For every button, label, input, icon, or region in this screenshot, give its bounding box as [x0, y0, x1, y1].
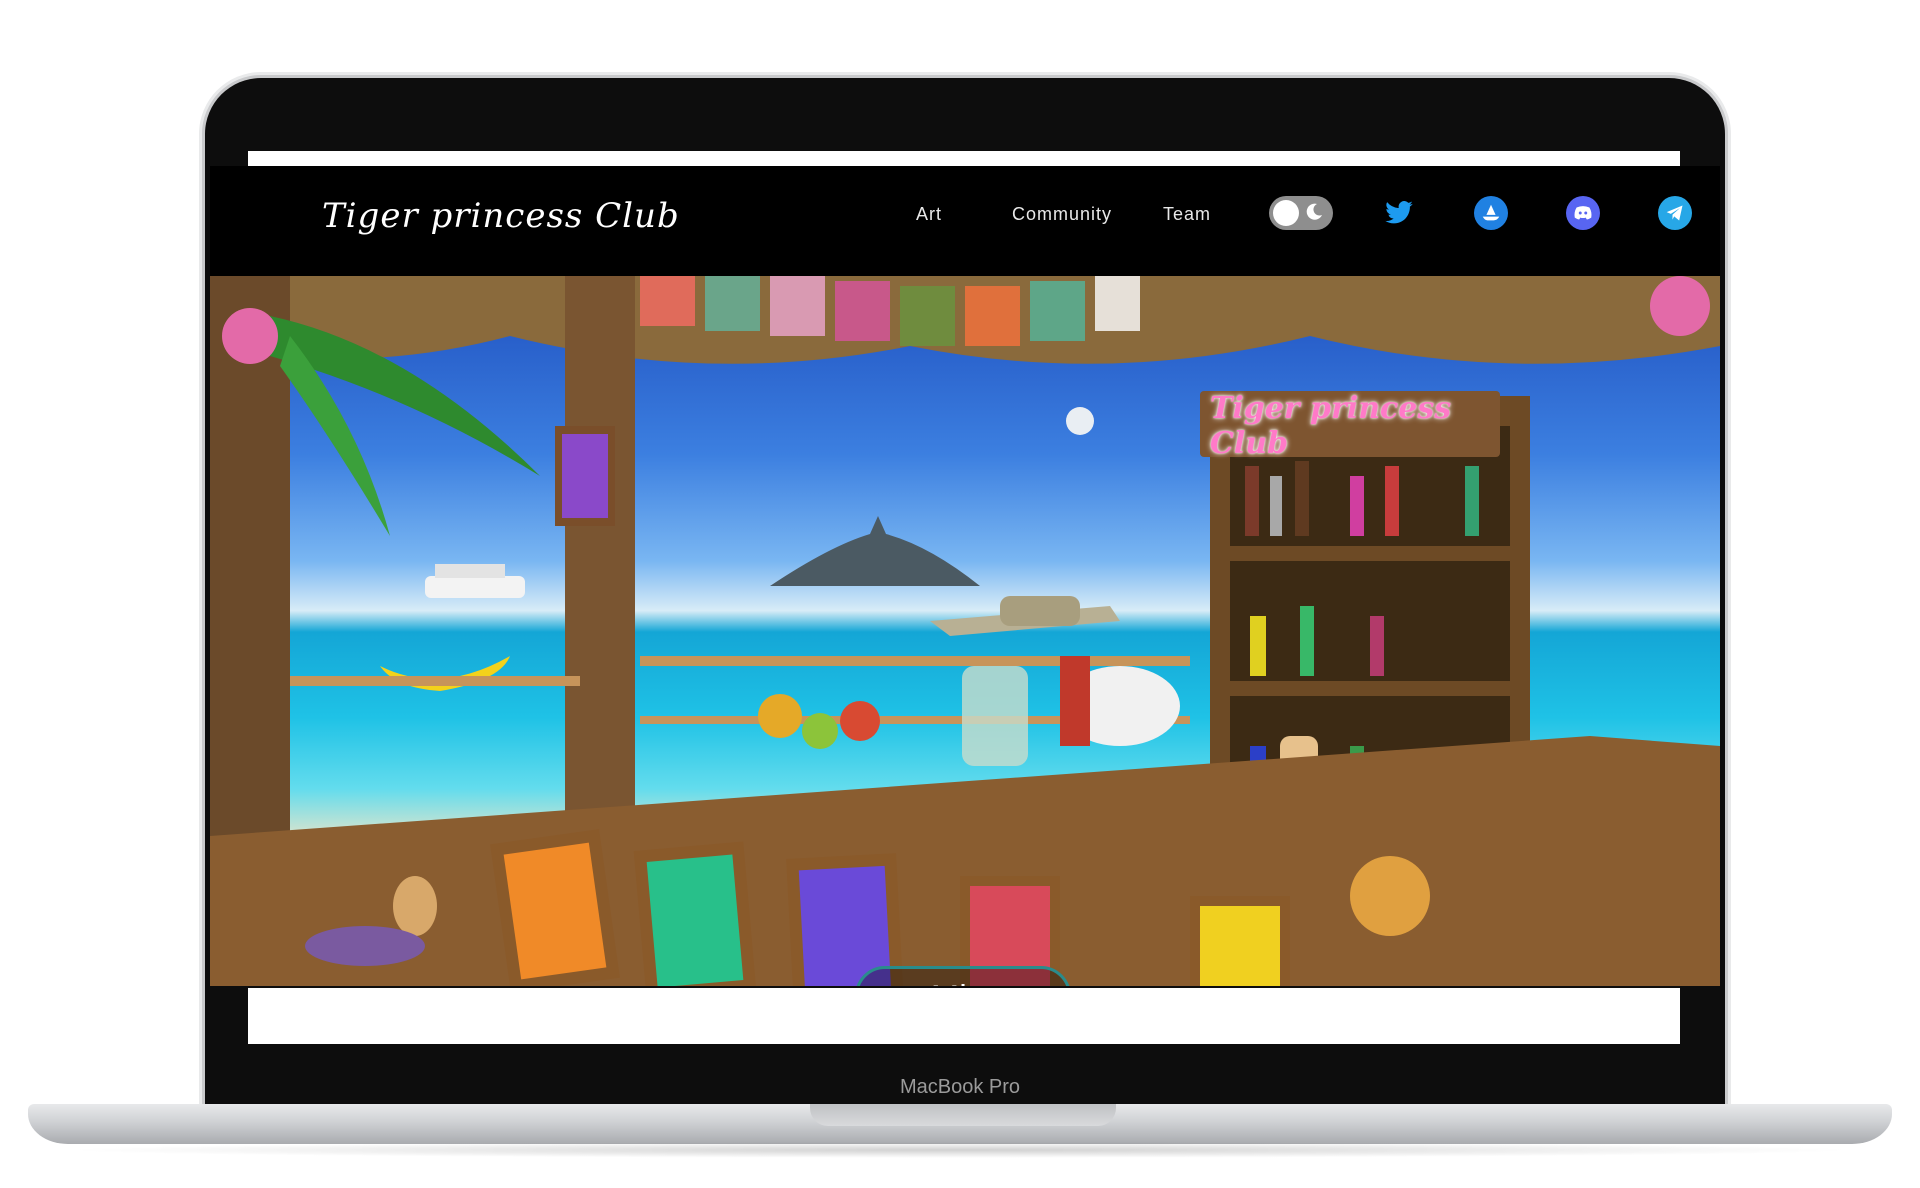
telegram-icon [1666, 205, 1683, 221]
glass-jar [962, 666, 1028, 766]
volcano-island [770, 516, 980, 586]
opensea-icon [1482, 204, 1500, 221]
nav-link-community[interactable]: Community [1012, 204, 1112, 225]
laptop-notch [810, 1104, 1116, 1126]
mint-button[interactable]: Mint [855, 966, 1071, 986]
nav-link-team[interactable]: Team [1163, 204, 1211, 225]
device-model-label: MacBook Pro [899, 1076, 1021, 1098]
hero-sign-text: Tiger princess Club [1210, 391, 1452, 461]
twitter-icon [1385, 201, 1413, 224]
laptop-screen: Tiger princess Club Art Community Team T… [210, 166, 1720, 986]
twitter-link[interactable] [1382, 196, 1416, 230]
opensea-link[interactable] [1474, 196, 1508, 230]
browser-top-strip [248, 151, 1680, 166]
theme-toggle[interactable] [1269, 196, 1333, 230]
site-navbar: Tiger princess Club Art Community Team [210, 166, 1720, 276]
toggle-knob [1273, 200, 1299, 226]
moon-shape [1066, 407, 1094, 435]
bamboo-railing [290, 656, 1190, 724]
browser-bottom-strip [248, 988, 1680, 1044]
hero-illustration: 420 [210, 276, 1720, 986]
ukulele [393, 876, 437, 936]
hibiscus-flower [222, 308, 278, 364]
stool [305, 926, 425, 966]
discord-link[interactable] [1566, 196, 1600, 230]
discord-icon [1574, 206, 1592, 220]
cruise-ship [425, 576, 525, 598]
pizza [1350, 856, 1430, 936]
moon-icon [1306, 203, 1322, 220]
fruit-bowl [758, 694, 802, 738]
hula-doll [1060, 656, 1090, 746]
telegram-link[interactable] [1658, 196, 1692, 230]
nav-link-art[interactable]: Art [916, 204, 942, 225]
tiki-bar-scene: 420 [210, 276, 1720, 986]
laptop-shadow [60, 1142, 1860, 1158]
site-logo[interactable]: Tiger princess Club [322, 196, 680, 236]
